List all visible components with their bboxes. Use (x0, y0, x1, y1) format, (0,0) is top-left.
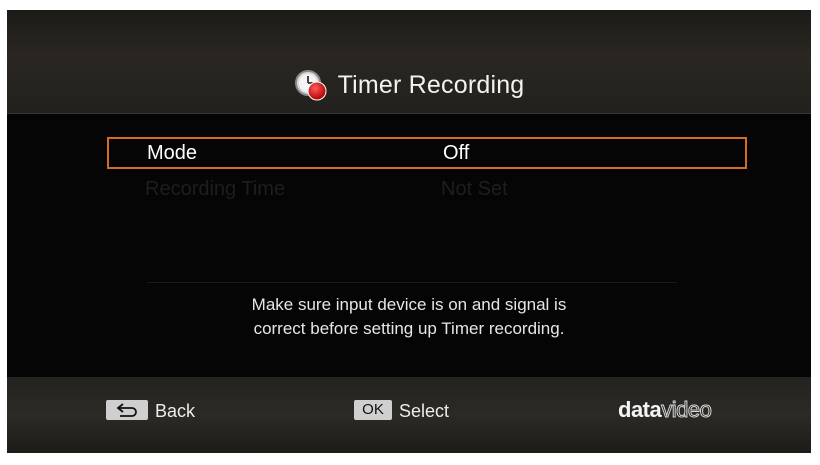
mode-value: Off (443, 141, 470, 164)
return-arrow-icon (116, 403, 137, 417)
footer-bar: Back OK Select datavideo (7, 377, 811, 453)
recording-time-value: Not Set (441, 177, 508, 200)
clock-record-icon (294, 70, 327, 101)
back-label[interactable]: Back (155, 400, 195, 422)
menu-item-mode[interactable]: Mode Off (107, 137, 747, 169)
mode-label: Mode (147, 141, 198, 164)
recording-time-label: Recording Time (145, 177, 286, 200)
back-key[interactable] (106, 400, 148, 420)
message-line-2: correct before setting up Timer recordin… (253, 319, 565, 338)
brand-light-text: video (661, 397, 713, 423)
title-text: Timer Recording (337, 70, 525, 99)
datavideo-logo: datavideo (618, 397, 713, 423)
timer-recording-screen: Timer Recording Mode Off Recording Time … (7, 10, 811, 453)
divider (147, 282, 677, 283)
info-message: Make sure input device is on and signal … (7, 293, 811, 341)
ok-key[interactable]: OK (354, 400, 392, 420)
brand-bold-text: data (618, 397, 662, 422)
message-line-1: Make sure input device is on and signal … (251, 295, 567, 314)
header-bar: Timer Recording (7, 10, 811, 114)
page-title: Timer Recording (7, 68, 811, 102)
select-label[interactable]: Select (399, 400, 449, 422)
menu-item-recording-time[interactable]: Recording Time Not Set (107, 173, 747, 205)
